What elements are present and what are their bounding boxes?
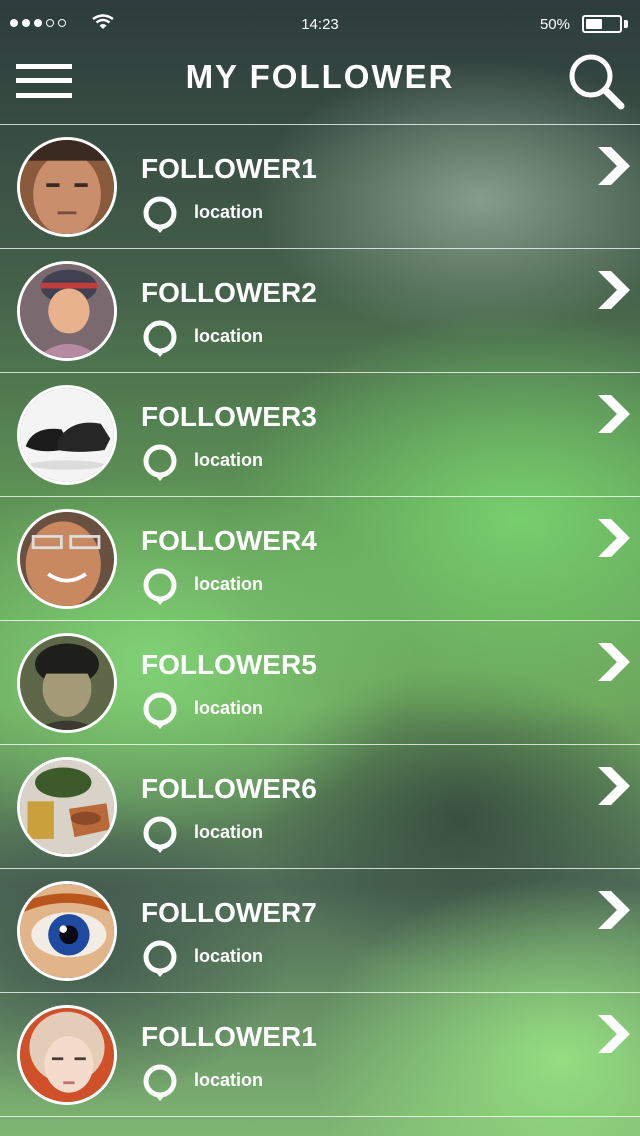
avatar (17, 261, 117, 361)
chevron-right-icon[interactable] (596, 271, 632, 309)
location-pin-icon (143, 940, 177, 977)
location-pin-icon (143, 320, 177, 357)
search-icon[interactable] (568, 53, 626, 111)
follower-row[interactable]: FOLLOWER2 location (0, 248, 640, 372)
chevron-right-icon[interactable] (596, 767, 632, 805)
status-bar: 14:23 50% (0, 0, 640, 50)
follower-row[interactable]: FOLLOWER5 location (0, 620, 640, 744)
location-pin-icon (143, 692, 177, 729)
battery-percentage: 50% (539, 16, 570, 33)
follower-row[interactable]: FOLLOWER1 location (0, 992, 640, 1116)
follower-row[interactable]: FOLLOWER1 location (0, 124, 640, 248)
avatar (17, 881, 117, 981)
chevron-right-icon[interactable] (596, 1015, 632, 1053)
avatar (17, 1005, 117, 1105)
follower-name: FOLLOWER2 (141, 277, 317, 308)
chevron-right-icon[interactable] (596, 395, 632, 433)
follower-location: location (194, 450, 264, 470)
follower-name: FOLLOWER4 (141, 525, 317, 556)
page-title: MY FOLLOWER (185, 58, 455, 95)
follower-name: FOLLOWER7 (141, 897, 317, 928)
follower-location: location (194, 698, 264, 718)
follower-location: location (194, 574, 264, 594)
location-pin-icon (143, 568, 177, 605)
avatar (17, 633, 117, 733)
avatar (17, 757, 117, 857)
follower-name: FOLLOWER1 (141, 153, 317, 184)
follower-list: FOLLOWER1 location FOLLOWER2 location FO… (0, 124, 640, 1118)
location-pin-icon (143, 1064, 177, 1101)
follower-name: FOLLOWER3 (141, 401, 317, 432)
follower-row[interactable]: FOLLOWER7 location (0, 868, 640, 992)
battery-icon (582, 15, 622, 33)
follower-name: FOLLOWER6 (141, 773, 317, 804)
location-pin-icon (143, 444, 177, 481)
follower-row[interactable]: FOLLOWER6 location (0, 744, 640, 868)
follower-location: location (194, 946, 264, 966)
follower-name: FOLLOWER5 (141, 649, 317, 680)
chevron-right-icon[interactable] (596, 643, 632, 681)
battery-nub (624, 20, 628, 28)
avatar (17, 137, 117, 237)
list-end-divider (0, 1116, 640, 1118)
follower-location: location (194, 1070, 264, 1090)
chevron-right-icon[interactable] (596, 519, 632, 557)
follower-location: location (194, 822, 264, 842)
location-pin-icon (143, 196, 177, 233)
follower-row[interactable]: FOLLOWER4 location (0, 496, 640, 620)
follower-row[interactable]: FOLLOWER3 location (0, 372, 640, 496)
chevron-right-icon[interactable] (596, 891, 632, 929)
chevron-right-icon[interactable] (596, 147, 632, 185)
location-pin-icon (143, 816, 177, 853)
follower-name: FOLLOWER1 (141, 1021, 317, 1052)
follower-location: location (194, 326, 264, 346)
avatar (17, 509, 117, 609)
follower-location: location (194, 202, 264, 222)
nav-bar: MY FOLLOWER (0, 50, 640, 124)
avatar (17, 385, 117, 485)
